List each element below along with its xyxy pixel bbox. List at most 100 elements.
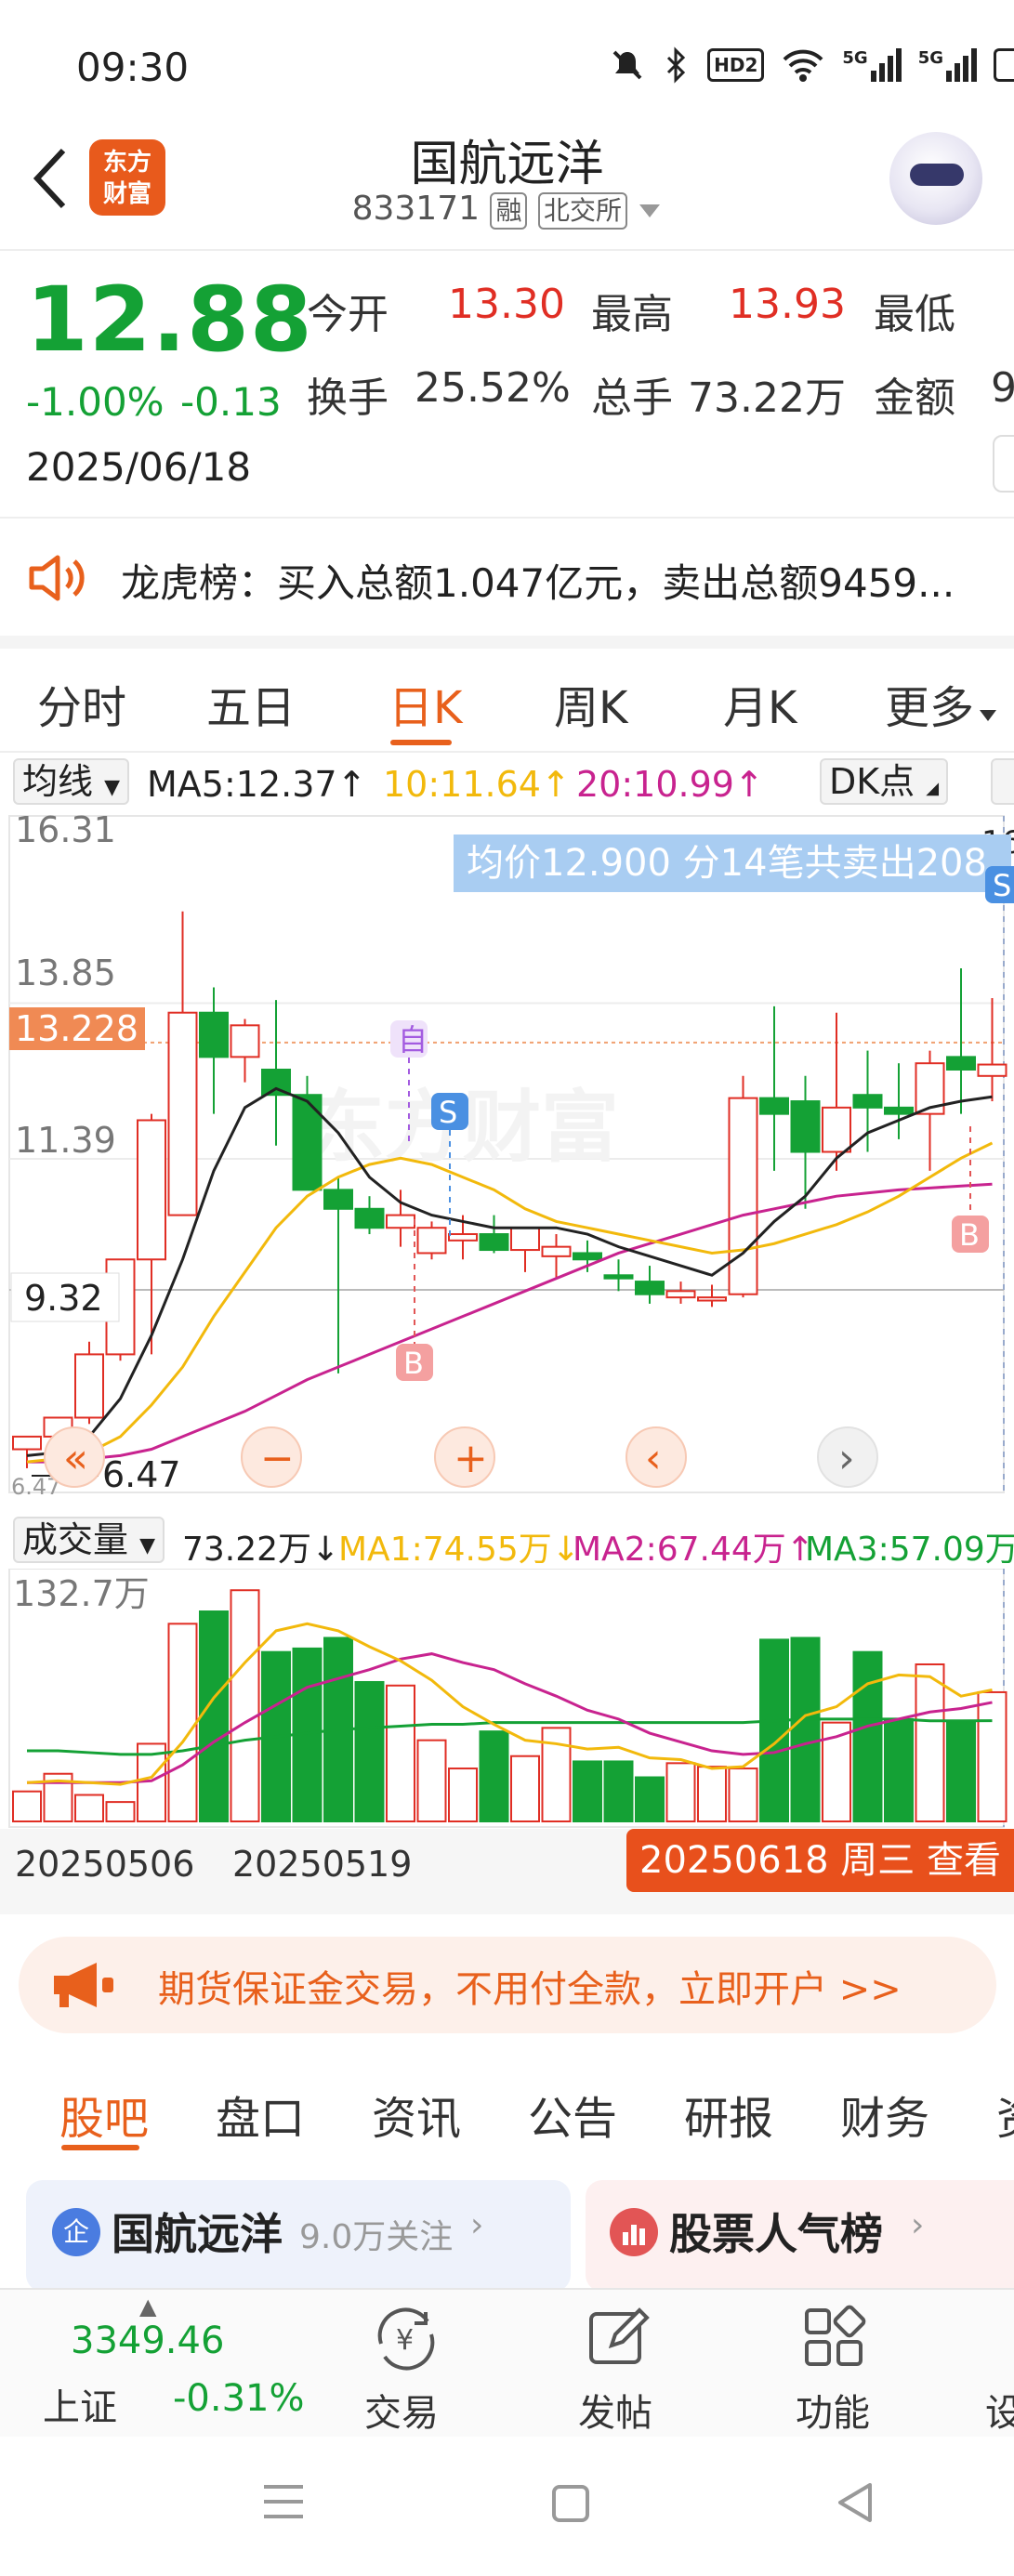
volume-bar: [884, 1717, 914, 1823]
index-value[interactable]: 3349.46: [71, 2320, 224, 2362]
tab-capital[interactable]: 资: [996, 2082, 1014, 2147]
divider: [0, 636, 1014, 649]
card-title: 国航远洋: [112, 2209, 283, 2259]
divider: [0, 517, 1014, 519]
candle-body: [665, 1290, 696, 1299]
nav-trade[interactable]: 交易: [364, 2383, 439, 2437]
ma-indicator-select[interactable]: 均线 ▼: [13, 758, 130, 805]
volume-bar: [759, 1638, 789, 1822]
candle-body: [74, 1353, 104, 1419]
candle-body: [292, 1094, 323, 1191]
scroll-left-fast-button-icon: «: [63, 1435, 88, 1482]
tab-news[interactable]: 资讯: [372, 2082, 461, 2147]
ma-legend-row: 均线 ▼ MA5:12.37↑ 10:11.64↑ 20:10.99↑ DK点 …: [0, 755, 1014, 810]
zoom-out-button-icon: −: [260, 1435, 295, 1482]
tab-financials[interactable]: 财务: [840, 2082, 929, 2147]
tab-announcements[interactable]: 公告: [528, 2082, 617, 2147]
y-tick-label: 16.31: [15, 810, 116, 850]
candle-body: [790, 1100, 821, 1153]
candle-body: [167, 1011, 198, 1216]
candle: [697, 1284, 727, 1308]
ma20-line: [27, 1182, 993, 1464]
index-change: -0.31%: [173, 2377, 305, 2420]
candle: [541, 1234, 572, 1279]
tab-daily-k[interactable]: 日K: [388, 671, 462, 736]
nav-functions[interactable]: 功能: [796, 2383, 870, 2437]
chart-bars-icon: [610, 2208, 658, 2256]
svg-text:¥: ¥: [396, 2324, 414, 2357]
stock-code-row[interactable]: 833171 融 北交所: [0, 190, 1014, 230]
y-tick-label: 13.85: [15, 953, 116, 993]
low-label: 最低: [874, 291, 955, 338]
candle: [230, 1019, 260, 1083]
menu-icon[interactable]: [262, 2483, 305, 2520]
signal-5g-icon: 5G: [918, 48, 977, 82]
volume-bar: [354, 1680, 385, 1823]
tab-monthly-k[interactable]: 月K: [723, 671, 797, 736]
nav-settings[interactable]: 设: [985, 2383, 1014, 2437]
active-tab-underline: [61, 2145, 139, 2150]
dragon-tiger-banner[interactable]: 龙虎榜：买入总额1.047亿元，卖出总额9459...: [0, 520, 1014, 632]
y-tick-label: 9.32: [24, 1278, 103, 1319]
futures-promo-banner[interactable]: 期货保证金交易，不用付全款，立即开户 >>: [19, 1937, 996, 2033]
candle: [790, 1075, 821, 1209]
candle: [510, 1227, 540, 1272]
assistant-avatar[interactable]: [889, 132, 982, 225]
dk-point-button[interactable]: DK点 ◢: [820, 758, 949, 805]
caret-up-icon: ▲: [139, 2293, 157, 2320]
volume-bar: [635, 1776, 665, 1822]
side-button[interactable]: [991, 758, 1014, 805]
volume-label: 总手: [591, 375, 673, 422]
info-tabs: 股吧 盘口 资讯 公告 研报 财务 资: [0, 2054, 1014, 2158]
tab-intraday[interactable]: 分时: [37, 671, 126, 736]
card-title: 股票人气榜: [669, 2209, 883, 2259]
candle-body: [323, 1189, 353, 1210]
volume-bar: [946, 1721, 976, 1822]
candle: [573, 1240, 602, 1272]
volume-indicator-select[interactable]: 成交量 ▼: [13, 1517, 165, 1563]
volume-bar: [510, 1755, 540, 1823]
candle: [946, 968, 976, 1114]
volume-chart[interactable]: 132.7万: [0, 1569, 1014, 1829]
candle-body: [541, 1245, 572, 1257]
volume-bar: [416, 1739, 447, 1822]
dragon-tiger-text: 龙虎榜：买入总额1.047亿元，卖出总额9459...: [121, 560, 955, 606]
candle-body: [852, 1094, 883, 1109]
quote-expand-button[interactable]: [993, 435, 1014, 493]
tab-research[interactable]: 研报: [684, 2082, 773, 2147]
volume-bar: [199, 1610, 229, 1822]
popularity-card[interactable]: 股票人气榜 ›: [586, 2180, 1014, 2292]
period-tabs: 分时 五日 日K 周K 月K 更多: [0, 651, 1014, 753]
candle: [759, 1005, 789, 1171]
candle-body: [946, 1056, 976, 1071]
candle: [167, 911, 198, 1216]
tab-weekly-k[interactable]: 周K: [554, 671, 627, 736]
candle: [354, 1196, 385, 1235]
candle: [603, 1259, 634, 1292]
candle-body: [728, 1097, 758, 1295]
volume-bar: [728, 1768, 758, 1822]
divider: [0, 249, 1014, 251]
volume-bar: [915, 1663, 945, 1823]
tab-more[interactable]: 更多: [885, 671, 998, 736]
tab-five-day[interactable]: 五日: [206, 671, 296, 736]
back-triangle-icon[interactable]: [835, 2481, 876, 2524]
ma5-value: MA5:12.37↑: [147, 764, 367, 805]
selected-date-badge[interactable]: 20250618 周三 查看: [626, 1829, 1014, 1892]
active-tab-underline: [390, 740, 452, 745]
nav-post[interactable]: 发帖: [578, 2383, 652, 2437]
candlestick-chart[interactable]: 东方财富16.3113.8511.399.3213.228166.476.47均…: [0, 810, 1014, 1498]
vol-ma1-value: MA1:74.55万↓: [338, 1531, 580, 1569]
turnover-label: 换手: [307, 375, 388, 422]
stock-bar-card[interactable]: 企 国航远洋 9.0万关注 ›: [26, 2180, 571, 2292]
candle: [261, 1000, 291, 1146]
tab-order-book[interactable]: 盘口: [216, 2082, 305, 2147]
home-icon[interactable]: [550, 2483, 591, 2524]
high-value: 13.93: [729, 281, 846, 328]
chevron-right-icon: ›: [470, 2206, 484, 2244]
exchange-tag: 北交所: [537, 192, 627, 230]
ma20-value: 20:10.99↑: [576, 764, 764, 805]
tab-guba[interactable]: 股吧: [59, 2082, 149, 2147]
bottom-nav: ▲ 3349.46 上证 -0.31% ¥ 交易 发帖 功能 设: [0, 2288, 1014, 2437]
yuan-exchange-icon: ¥: [377, 2307, 435, 2371]
